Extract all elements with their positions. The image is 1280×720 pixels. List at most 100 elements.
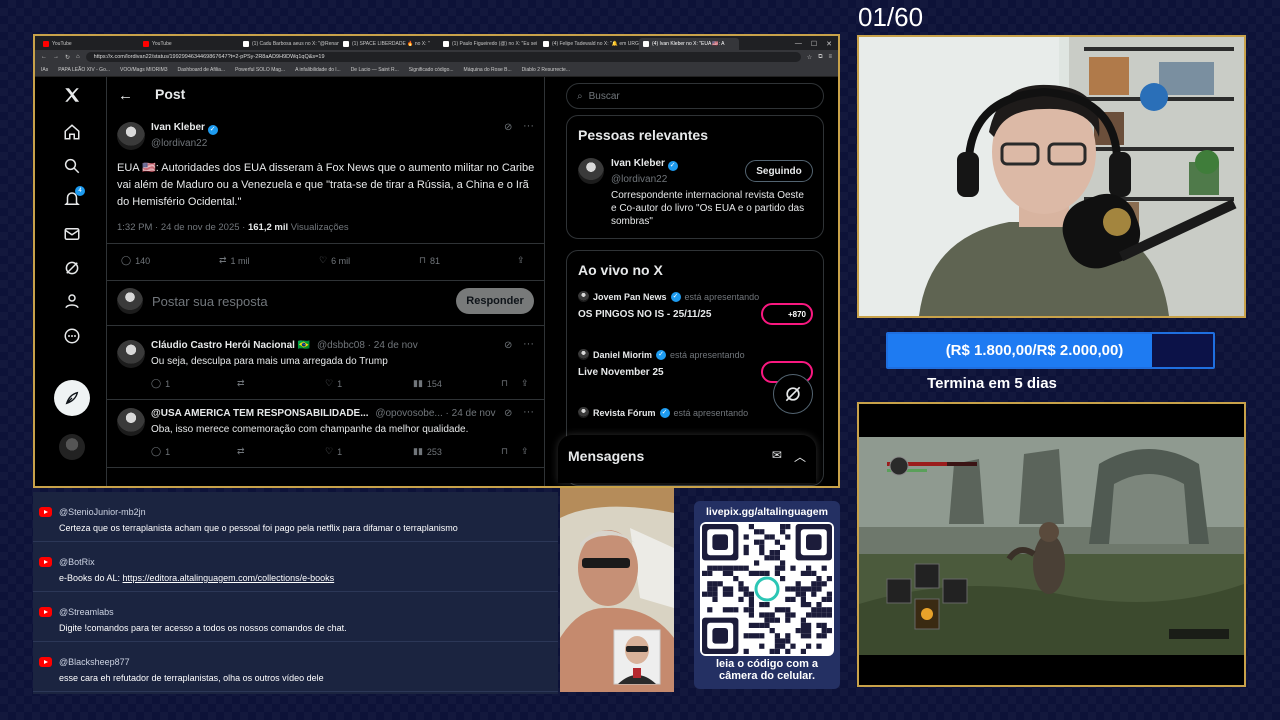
share-icon[interactable]: ⇪ bbox=[521, 378, 529, 389]
browser-tab[interactable]: (4) Ivan Kleber no X: "EUA 🇺🇸: A bbox=[639, 38, 739, 50]
livepix-url[interactable]: livepix.gg/altalinguagem bbox=[694, 506, 840, 518]
qr-module bbox=[780, 524, 786, 530]
reply-input[interactable]: Postar sua resposta bbox=[152, 294, 268, 309]
expand-icon[interactable]: ︿ bbox=[794, 448, 806, 465]
maximize-icon[interactable]: ☐ bbox=[811, 40, 817, 48]
url-input[interactable]: https://x.com/lordivan22/status/19929946… bbox=[85, 52, 801, 62]
reply-more-icon[interactable]: ··· bbox=[523, 406, 534, 418]
browser-tab[interactable]: (1) Paulo Figueiredo (@) no X: "Eu sei bbox=[439, 38, 539, 50]
bookmark-item[interactable]: Dashboard de Afilia... bbox=[178, 67, 226, 73]
qr-module bbox=[754, 539, 760, 545]
x-logo-icon[interactable] bbox=[62, 85, 82, 105]
profile-icon[interactable] bbox=[62, 291, 82, 311]
reload-icon[interactable]: ↻ bbox=[65, 54, 70, 61]
verified-icon: ✓ bbox=[659, 407, 670, 418]
views-icon: ▮▮ bbox=[413, 446, 423, 456]
grok-explain-icon[interactable]: ⊘ bbox=[504, 408, 512, 419]
explore-icon[interactable] bbox=[62, 156, 82, 176]
search-input[interactable]: ⌕ Buscar bbox=[566, 83, 824, 109]
like-stat[interactable]: ♡ 6 mil bbox=[319, 255, 350, 266]
qr-code[interactable] bbox=[700, 522, 834, 656]
post-more-icon[interactable]: ··· bbox=[523, 120, 534, 132]
browser-tab[interactable]: YouTube bbox=[139, 38, 239, 50]
browser-tab[interactable]: (1) SPACE LIBERDADE 🔥 no X: " bbox=[339, 38, 439, 50]
live-host-row: Revista Fórum ✓ está apresentando bbox=[578, 407, 813, 418]
bookmark-item[interactable]: Máquina do Rose B... bbox=[464, 67, 512, 73]
grok-explain-icon[interactable]: ⊘ bbox=[504, 122, 512, 133]
reply-button[interactable]: Responder bbox=[456, 288, 534, 314]
share-icon[interactable]: ⇪ bbox=[517, 255, 525, 266]
grok-explain-icon[interactable]: ⊘ bbox=[504, 340, 512, 351]
reply-views[interactable]: ▮▮ 253 bbox=[413, 446, 442, 457]
grok-float-button[interactable] bbox=[773, 374, 813, 414]
bookmark-item[interactable]: Powerful SOLO Mag... bbox=[235, 67, 285, 73]
notifications-icon[interactable]: 4 bbox=[62, 186, 85, 209]
share-icon[interactable]: ⇪ bbox=[521, 446, 529, 457]
relevant-avatar[interactable] bbox=[578, 158, 604, 184]
reply-reposts[interactable]: ⇄ bbox=[237, 446, 249, 457]
reply-replies[interactable]: ◯ 1 bbox=[151, 378, 170, 389]
live-host-name[interactable]: Daniel Miorim bbox=[593, 350, 652, 360]
bookmark-item[interactable]: De Lacio — Saint R... bbox=[351, 67, 399, 73]
close-icon[interactable]: ✕ bbox=[826, 40, 832, 48]
account-avatar[interactable] bbox=[59, 434, 85, 460]
reply-likes[interactable]: ♡ 1 bbox=[325, 446, 342, 457]
messages-drawer[interactable]: Mensagens ✉ ︿ bbox=[558, 435, 816, 483]
bookmark-item[interactable]: Significado código... bbox=[409, 67, 454, 73]
home-icon[interactable]: ⌂ bbox=[76, 54, 80, 60]
home-icon[interactable] bbox=[62, 122, 82, 142]
qr-module bbox=[759, 633, 765, 639]
reply-views[interactable]: ▮▮ 154 bbox=[413, 378, 442, 389]
star-icon[interactable]: ☆ bbox=[807, 54, 812, 61]
following-button[interactable]: Seguindo bbox=[745, 160, 813, 182]
live-item[interactable]: Daniel Miorim ✓ está apresentando Live N… bbox=[578, 349, 813, 383]
reply-author[interactable]: Cláudio Castro Herói Nacional 🇧🇷 bbox=[151, 340, 310, 351]
back-icon[interactable]: ← bbox=[41, 54, 47, 60]
chat-link[interactable]: https://editora.altalinguagem.com/collec… bbox=[123, 573, 335, 583]
reply-reposts[interactable]: ⇄ bbox=[237, 378, 249, 389]
reply-stat[interactable]: ◯ 140 bbox=[121, 255, 150, 266]
reply-more-icon[interactable]: ··· bbox=[523, 338, 534, 350]
reply-avatar[interactable] bbox=[117, 340, 145, 368]
messages-icon[interactable] bbox=[62, 224, 82, 244]
qr-module bbox=[728, 586, 734, 592]
bookmark-item[interactable]: Diablo 2 Resurrecte... bbox=[522, 67, 570, 73]
author-handle[interactable]: @lordivan22 bbox=[151, 138, 218, 149]
more-icon[interactable] bbox=[62, 326, 82, 346]
author-avatar[interactable] bbox=[117, 122, 145, 150]
bookmark-item[interactable]: A infalibilidade do l... bbox=[295, 67, 341, 73]
browser-tab[interactable]: (4) Felipe Tadewald no X: "🔔 em URG bbox=[539, 38, 639, 50]
reply-replies[interactable]: ◯ 1 bbox=[151, 446, 170, 457]
live-item[interactable]: Revista Fórum ✓ está apresentando bbox=[578, 407, 813, 425]
live-host-name[interactable]: Revista Fórum bbox=[593, 408, 656, 418]
grok-icon[interactable] bbox=[62, 258, 82, 278]
qr-module bbox=[790, 643, 796, 649]
bookmark-icon[interactable]: ⊓ bbox=[501, 446, 508, 457]
menu-icon[interactable]: ≡ bbox=[828, 54, 832, 60]
forward-icon[interactable]: → bbox=[53, 54, 59, 60]
bookmark-icon[interactable]: ⊓ bbox=[501, 378, 508, 389]
live-host-name[interactable]: Jovem Pan News bbox=[593, 292, 667, 302]
browser-tab[interactable]: (1) Cadu Barbosa aeus no X: "@Renan bbox=[239, 38, 339, 50]
author-name[interactable]: Ivan Kleber bbox=[151, 122, 205, 133]
extensions-icon[interactable]: ⧉ bbox=[818, 54, 822, 61]
back-arrow-icon[interactable]: ← bbox=[118, 87, 133, 104]
views-label: Visualizações bbox=[288, 222, 349, 233]
reply-author[interactable]: @USA AMERICA TEM RESPONSABILIDADE... bbox=[151, 408, 369, 419]
live-listeners-pill[interactable]: +870 bbox=[761, 303, 813, 325]
minimize-icon[interactable]: — bbox=[795, 40, 802, 48]
bookmark-item[interactable]: IAs bbox=[41, 67, 48, 73]
bookmark-item[interactable]: VOO/Mags MIORIM3 bbox=[120, 67, 168, 73]
reply-item[interactable]: Cláudio Castro Herói Nacional 🇧🇷 @dsbbc0… bbox=[107, 332, 544, 400]
live-item[interactable]: Jovem Pan News ✓ está apresentando OS PI… bbox=[578, 291, 813, 325]
new-message-icon[interactable]: ✉ bbox=[772, 448, 782, 462]
reply-avatar[interactable] bbox=[117, 408, 145, 436]
bookmark-stat[interactable]: ⊓ 81 bbox=[419, 255, 440, 266]
reply-item[interactable]: @USA AMERICA TEM RESPONSABILIDADE... @op… bbox=[107, 400, 544, 468]
browser-tab[interactable]: YouTube bbox=[39, 38, 139, 50]
compose-post-button[interactable] bbox=[54, 380, 90, 416]
relevant-name[interactable]: Ivan Kleber bbox=[611, 158, 665, 169]
bookmark-item[interactable]: PAPA LEÃO XIV - Go... bbox=[58, 67, 110, 73]
repost-stat[interactable]: ⇄ 1 mil bbox=[219, 255, 250, 266]
reply-likes[interactable]: ♡ 1 bbox=[325, 378, 342, 389]
